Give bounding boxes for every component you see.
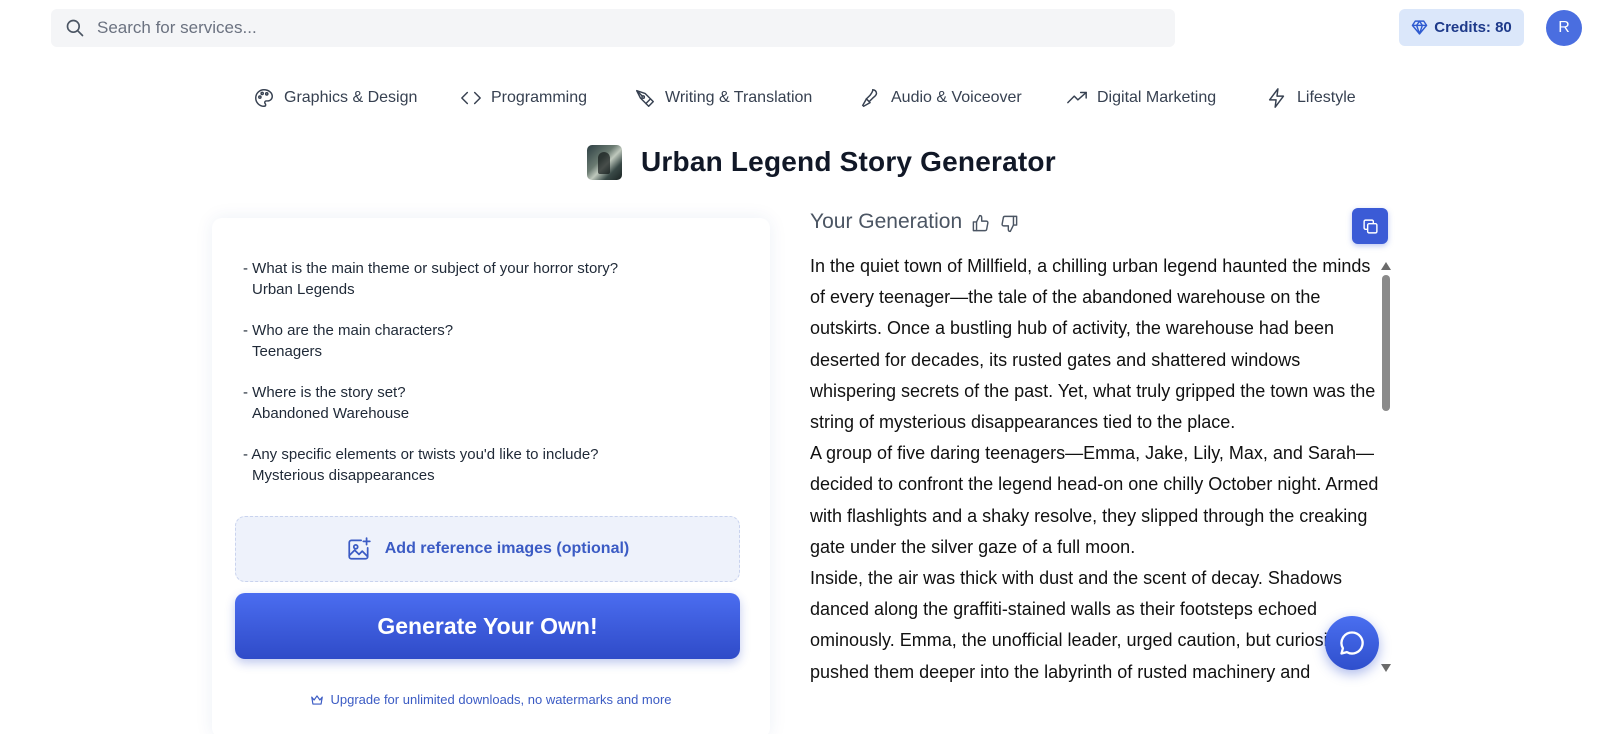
input-answer: Mysterious disappearances — [252, 467, 435, 484]
input-summary-item: - Where is the story set? Abandoned Ware… — [243, 382, 409, 424]
category-label: Lifestyle — [1297, 89, 1356, 106]
image-plus-icon — [348, 537, 371, 560]
credits-label: Credits: 80 — [1434, 19, 1512, 36]
crown-icon — [311, 694, 324, 705]
category-audio-voiceover[interactable]: Audio & Voiceover — [860, 78, 1022, 118]
upgrade-label: Upgrade for unlimited downloads, no wate… — [330, 692, 672, 707]
category-label: Programming — [491, 89, 588, 106]
category-label: Digital Marketing — [1097, 89, 1217, 106]
category-label: Graphics & Design — [284, 89, 418, 106]
copy-icon — [1362, 218, 1378, 234]
scroll-down-arrow[interactable] — [1381, 664, 1391, 672]
avatar[interactable]: R — [1546, 10, 1582, 46]
search-icon — [66, 19, 84, 37]
input-answer: Teenagers — [252, 343, 323, 360]
scroll-up-arrow[interactable] — [1381, 262, 1391, 270]
diamond-icon — [1411, 20, 1428, 35]
microphone-icon — [861, 89, 878, 108]
input-answer: Urban Legends — [252, 281, 355, 298]
generation-panel: Your Generation In the quiet town of Mil… — [804, 200, 1396, 734]
copy-button[interactable] — [1352, 208, 1388, 244]
input-summary-item: - Any specific elements or twists you'd … — [243, 444, 599, 486]
code-icon — [461, 91, 481, 105]
category-graphics-design[interactable]: Graphics & Design — [253, 78, 417, 118]
input-question: - What is the main theme or subject of y… — [243, 260, 619, 277]
category-writing-translation[interactable]: Writing & Translation — [634, 78, 812, 118]
lightning-icon — [1268, 88, 1285, 108]
category-digital-marketing[interactable]: Digital Marketing — [1066, 78, 1216, 118]
page-title: Urban Legend Story Generator — [641, 146, 1056, 177]
search-input[interactable] — [97, 9, 1157, 47]
add-reference-label: Add reference images (optional) — [384, 540, 630, 557]
input-question: - Where is the story set? — [243, 384, 406, 401]
palette-icon — [255, 89, 273, 107]
inputs-card: - What is the main theme or subject of y… — [212, 218, 770, 734]
chat-bubble-icon — [1340, 631, 1364, 655]
category-programming[interactable]: Programming — [460, 78, 587, 118]
input-question: - Who are the main characters? — [243, 322, 454, 339]
category-nav: Graphics & Design Programming Writing & … — [0, 78, 1600, 118]
scrollbar[interactable] — [1380, 256, 1392, 674]
chat-button[interactable] — [1325, 616, 1379, 670]
input-summary-item: - Who are the main characters? Teenagers — [243, 320, 453, 362]
input-summary-item: - What is the main theme or subject of y… — [243, 258, 618, 300]
input-question: - Any specific elements or twists you'd … — [243, 446, 599, 463]
story-paragraph: A group of five daring teenagers—Emma, J… — [810, 443, 1379, 557]
credits-badge[interactable]: Credits: 80 — [1399, 9, 1524, 46]
category-lifestyle[interactable]: Lifestyle — [1266, 78, 1356, 118]
page-header: Urban Legend Story Generator — [587, 143, 1056, 181]
generation-header: Your Generation — [810, 210, 963, 233]
upgrade-link[interactable]: Upgrade for unlimited downloads, no wate… — [212, 692, 770, 707]
trending-up-icon — [1067, 91, 1087, 104]
add-reference-images-button[interactable]: Add reference images (optional) — [235, 516, 740, 582]
generated-story: In the quiet town of Millfield, a chilli… — [810, 251, 1380, 683]
category-label: Writing & Translation — [665, 89, 813, 106]
thumbs-up-icon[interactable] — [971, 214, 990, 233]
thumbs-down-icon[interactable] — [1000, 214, 1019, 233]
scroll-thumb[interactable] — [1382, 275, 1390, 411]
category-label: Audio & Voiceover — [891, 89, 1022, 106]
input-answer: Abandoned Warehouse — [252, 405, 410, 422]
generate-button[interactable]: Generate Your Own! — [235, 593, 740, 659]
story-paragraph: In the quiet town of Millfield, a chilli… — [810, 256, 1376, 433]
pen-tool-icon — [636, 89, 654, 107]
top-bar: Credits: 80 R — [0, 0, 1600, 58]
story-paragraph: Inside, the air was thick with dust and … — [810, 568, 1342, 682]
tool-thumbnail — [587, 144, 622, 180]
search-bar[interactable] — [51, 9, 1175, 47]
